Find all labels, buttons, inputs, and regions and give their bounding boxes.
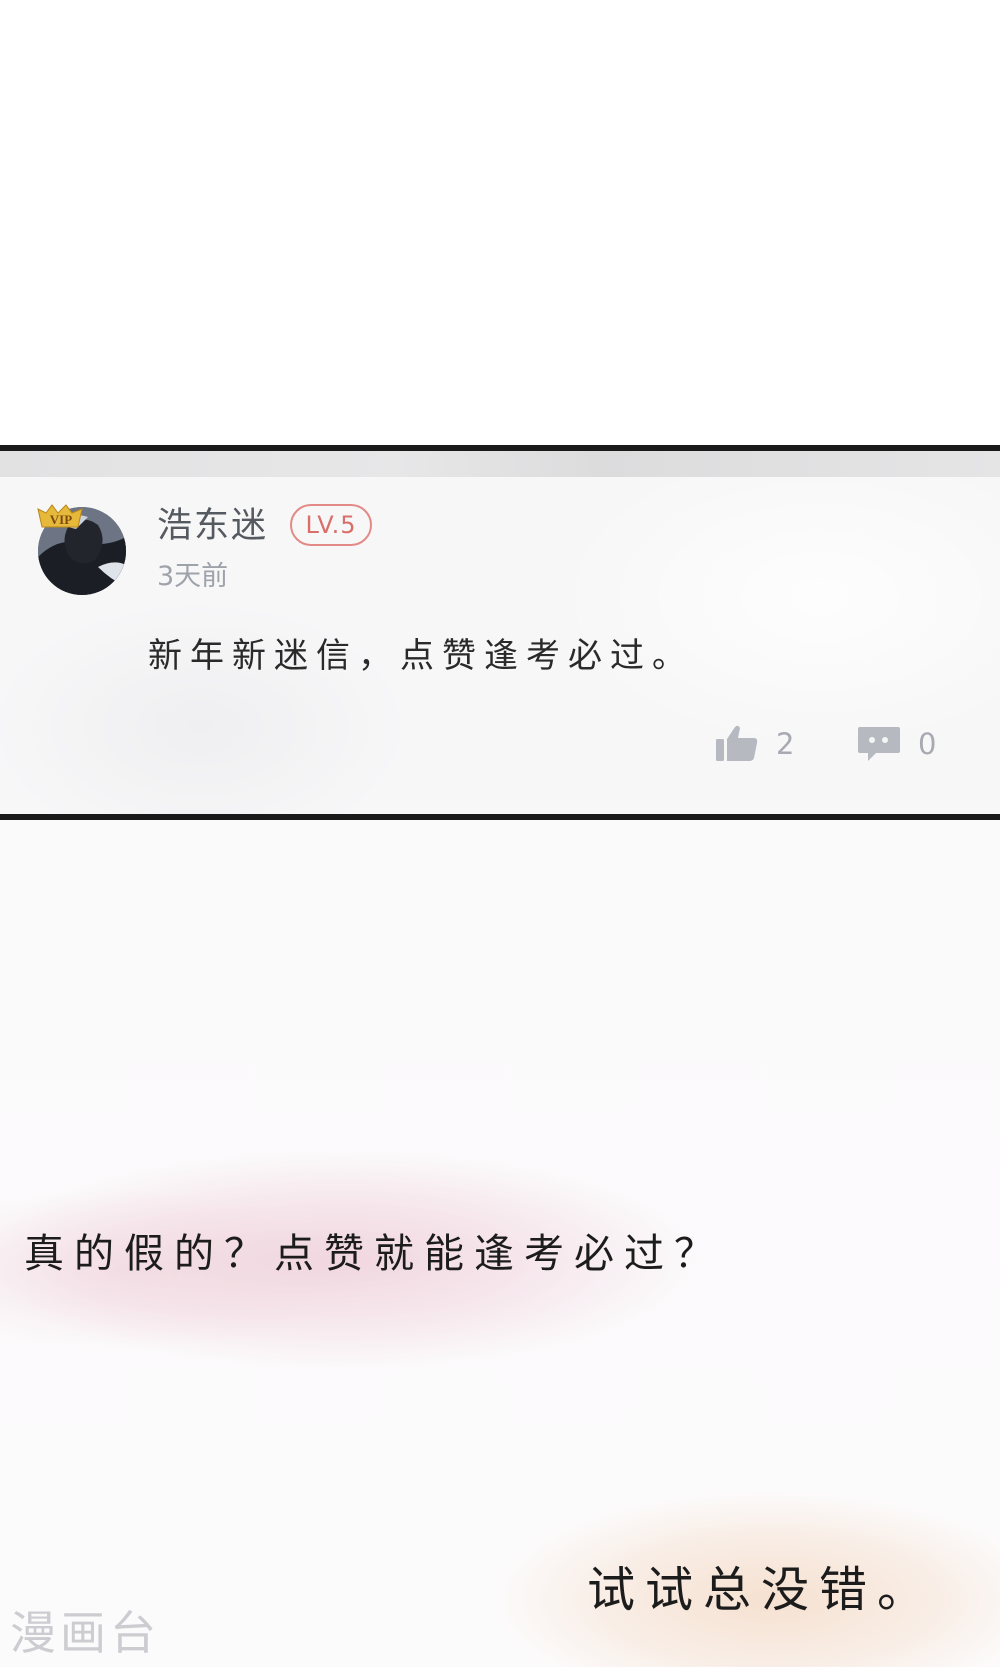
reply-count: 0 <box>918 727 937 761</box>
comment-panel <box>0 445 1000 820</box>
vip-label: VIP <box>50 512 72 527</box>
panel-top-strip <box>0 451 1000 477</box>
comment-timestamp: 3天前 <box>157 561 229 592</box>
avatar[interactable]: VIP <box>36 503 130 597</box>
level-badge: LV.5 <box>290 504 372 546</box>
vip-crown-icon: VIP <box>37 504 83 528</box>
reply-button[interactable]: 0 <box>858 724 936 764</box>
comment-bubble-icon <box>858 727 900 761</box>
username[interactable]: 浩东迷 <box>157 505 268 547</box>
watermark-logo: 漫画台 <box>10 1606 160 1660</box>
comment-text: 新年新迷信，点赞逢考必过。 <box>148 636 694 676</box>
top-blank-area <box>0 0 1000 445</box>
like-button[interactable]: 2 <box>716 724 794 764</box>
caption-question: 真的假的？点赞就能逢考必过？ <box>24 1231 724 1277</box>
caption-answer: 试试总没错。 <box>587 1562 936 1618</box>
thumbs-up-icon <box>716 725 758 761</box>
like-count: 2 <box>776 727 795 761</box>
